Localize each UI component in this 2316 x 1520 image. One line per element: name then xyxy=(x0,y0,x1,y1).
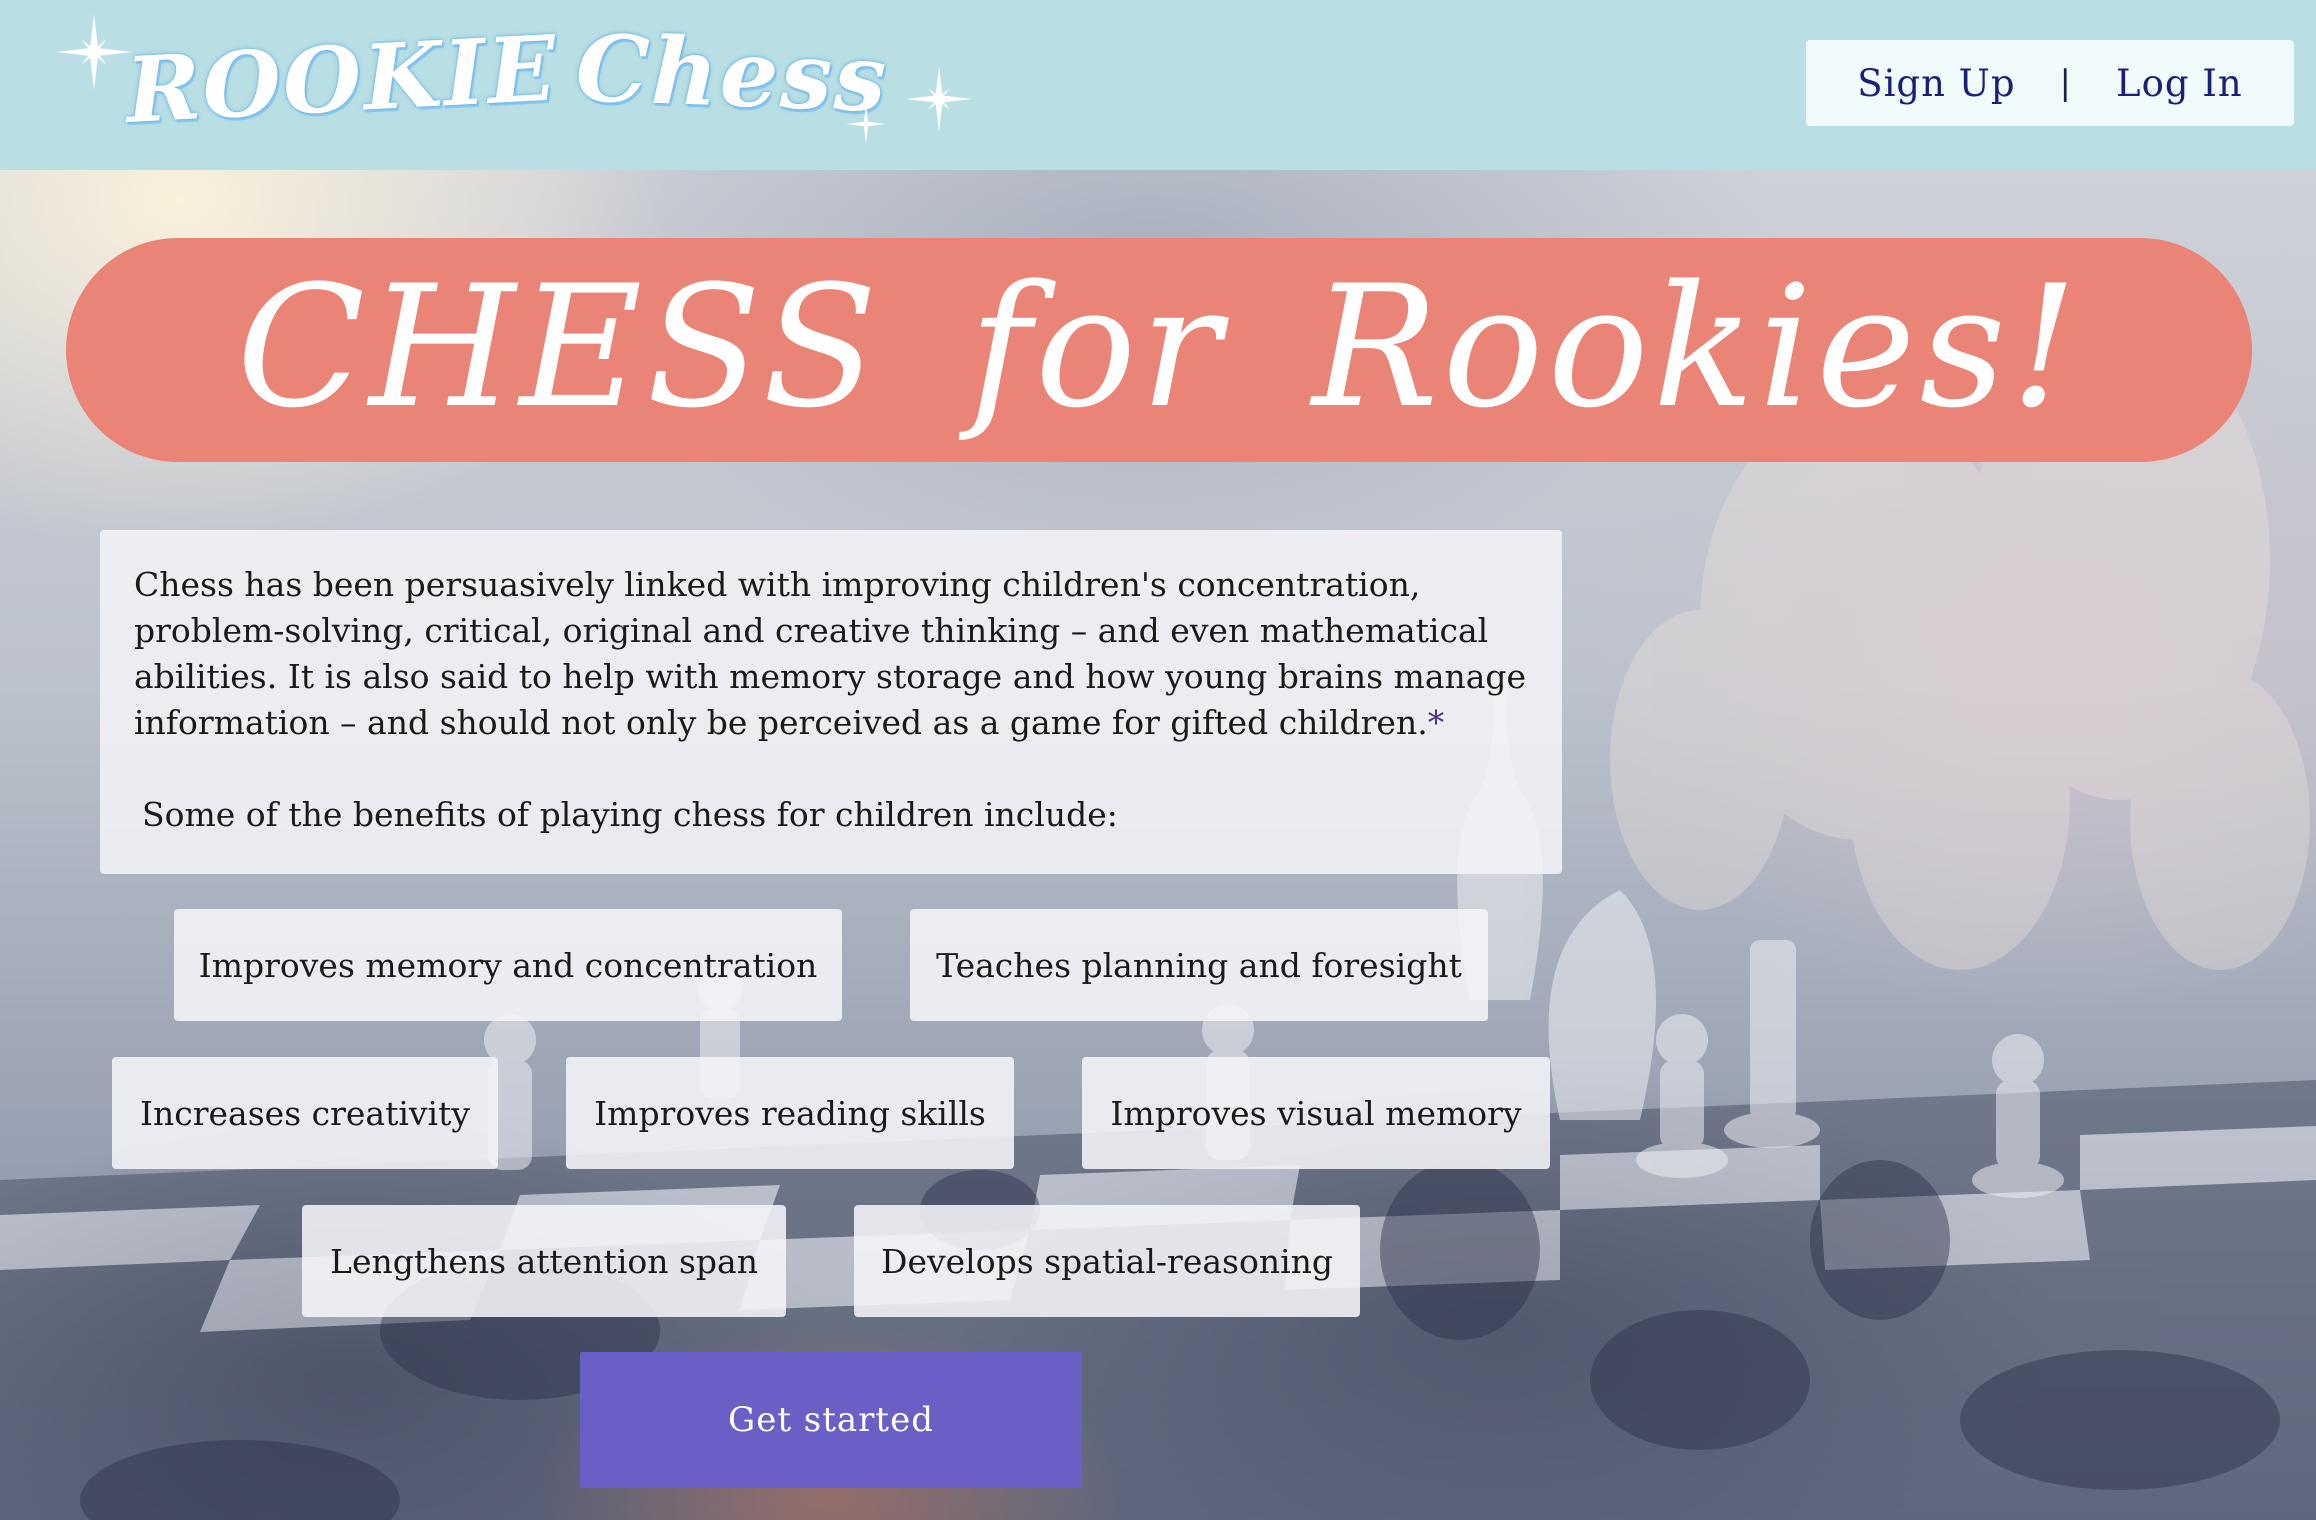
footnote-marker[interactable]: * xyxy=(1428,703,1445,742)
sparkle-icon xyxy=(56,14,132,90)
auth-separator: | xyxy=(2059,63,2073,103)
benefit-chip: Improves visual memory xyxy=(1082,1057,1550,1169)
benefit-chip: Develops spatial-reasoning xyxy=(854,1205,1360,1317)
benefit-chip: Improves reading skills xyxy=(566,1057,1014,1169)
intro-text-panel: Chess has been persuasively linked with … xyxy=(100,530,1562,874)
benefit-chip: Improves memory and concentration xyxy=(174,909,842,1021)
logo-word-chess: Chess xyxy=(574,14,890,133)
sign-up-link[interactable]: Sign Up xyxy=(1857,62,2015,105)
benefit-chip: Lengthens attention span xyxy=(302,1205,786,1317)
logo-word-rookie: ROOKIE xyxy=(123,15,561,144)
site-logo[interactable]: ROOKIE Chess xyxy=(56,8,996,168)
intro-paragraph-text: Chess has been persuasively linked with … xyxy=(134,565,1527,742)
get-started-button[interactable]: Get started xyxy=(580,1352,1082,1488)
sparkle-icon xyxy=(846,104,886,144)
hero-title: CHESS for Rookies! xyxy=(236,249,2082,445)
intro-paragraph: Chess has been persuasively linked with … xyxy=(134,562,1528,746)
benefit-chip: Increases creativity xyxy=(112,1057,498,1169)
benefits-intro-text: Some of the benefits of playing chess fo… xyxy=(142,795,1118,834)
sparkle-icon xyxy=(906,66,972,132)
top-navigation-bar: ROOKIE Chess Sign Up | Log In xyxy=(0,0,2316,170)
auth-links: Sign Up | Log In xyxy=(1806,40,2294,126)
log-in-link[interactable]: Log In xyxy=(2116,62,2243,105)
benefit-chip: Teaches planning and foresight xyxy=(910,909,1488,1021)
hero-banner: CHESS for Rookies! xyxy=(66,238,2252,462)
